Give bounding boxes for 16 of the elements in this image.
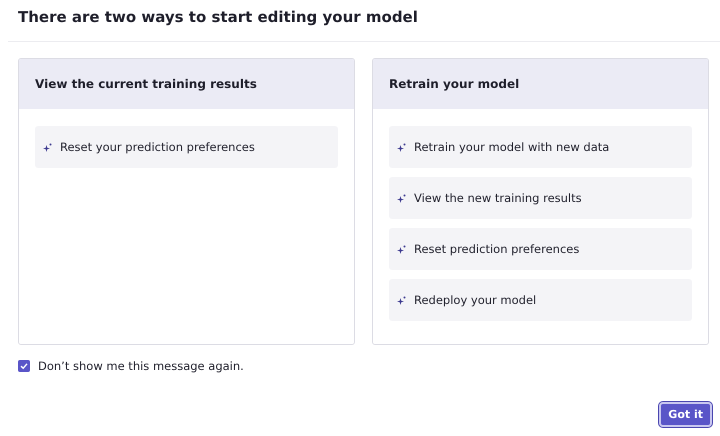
step-item: View the new training results <box>389 177 692 219</box>
card-heading: Retrain your model <box>389 77 520 91</box>
step-item: Reset your prediction preferences <box>35 126 338 168</box>
sparkle-icon <box>397 194 406 202</box>
got-it-button[interactable]: Got it <box>659 402 712 427</box>
checkbox-label: Don’t show me this message again. <box>38 359 244 373</box>
step-item: Redeploy your model <box>389 279 692 321</box>
sparkle-icon <box>397 296 406 304</box>
dialog-title: There are two ways to start editing your model <box>17 7 419 28</box>
step-item: Reset prediction preferences <box>389 228 692 270</box>
sparkle-icon <box>397 142 406 152</box>
sparkle-icon <box>43 142 52 152</box>
sparkle-icon <box>397 244 406 254</box>
step-item: Retrain your model with new data <box>389 126 692 168</box>
checkbox[interactable] <box>18 360 30 372</box>
card-heading: View the current training results <box>35 77 257 91</box>
